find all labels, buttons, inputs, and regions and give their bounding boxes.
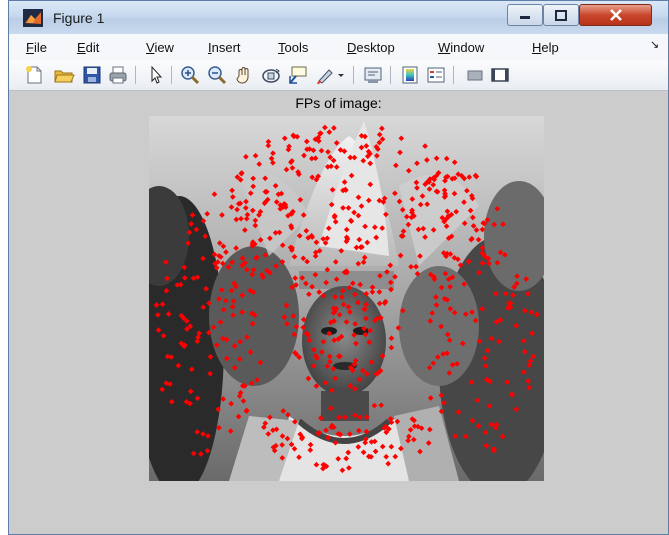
new-figure-icon[interactable] <box>23 64 45 86</box>
edit-plot-icon[interactable] <box>145 64 167 86</box>
save-figure-icon[interactable] <box>81 64 103 86</box>
brush-icon[interactable] <box>314 64 336 86</box>
hide-plot-tools-icon[interactable] <box>464 64 486 86</box>
figure-toolbar <box>9 60 668 91</box>
toolbar-separator <box>135 66 136 84</box>
window-title: Figure 1 <box>53 10 105 26</box>
feature-points-image <box>129 116 559 496</box>
brush-dropdown-icon[interactable] <box>336 64 346 86</box>
menu-insert[interactable]: Insert <box>208 40 241 55</box>
toolbar-separator <box>453 66 454 84</box>
matlab-icon <box>23 9 43 27</box>
menu-tools[interactable]: Tools <box>278 40 308 55</box>
close-button[interactable] <box>579 4 652 26</box>
print-figure-icon[interactable] <box>107 64 129 86</box>
maximize-button[interactable] <box>543 4 579 26</box>
rotate-3d-icon[interactable] <box>260 64 282 86</box>
menu-file[interactable]: File <box>26 40 47 55</box>
minimize-button[interactable] <box>507 4 543 26</box>
data-cursor-icon[interactable] <box>287 64 309 86</box>
link-plot-icon[interactable] <box>362 64 384 86</box>
zoom-in-icon[interactable] <box>179 64 201 86</box>
menu-bar: File Edit View Insert Tools Desktop Wind… <box>9 34 668 61</box>
menu-window[interactable]: Window <box>438 40 484 55</box>
menu-view[interactable]: View <box>146 40 174 55</box>
menu-overflow-icon[interactable]: ↘ <box>650 38 659 51</box>
menu-edit[interactable]: Edit <box>77 40 99 55</box>
zoom-out-icon[interactable] <box>206 64 228 86</box>
minimize-icon <box>520 16 530 19</box>
menu-desktop[interactable]: Desktop <box>347 40 395 55</box>
toolbar-separator <box>171 66 172 84</box>
figure-canvas: FPs of image: <box>9 91 668 534</box>
title-bar[interactable]: Figure 1 <box>9 1 668 34</box>
toolbar-separator <box>390 66 391 84</box>
image-axes[interactable] <box>129 116 559 496</box>
menu-help[interactable]: Help <box>532 40 559 55</box>
insert-colorbar-icon[interactable] <box>399 64 421 86</box>
close-icon <box>609 9 622 21</box>
toolbar-separator <box>353 66 354 84</box>
pan-icon[interactable] <box>233 64 255 86</box>
show-plot-tools-icon[interactable] <box>489 64 511 86</box>
insert-legend-icon[interactable] <box>425 64 447 86</box>
figure-window: Figure 1 File Edit View Insert Tools Des… <box>8 0 669 535</box>
open-file-icon[interactable] <box>53 64 75 86</box>
maximize-icon <box>555 9 567 21</box>
plot-title: FPs of image: <box>295 95 382 111</box>
